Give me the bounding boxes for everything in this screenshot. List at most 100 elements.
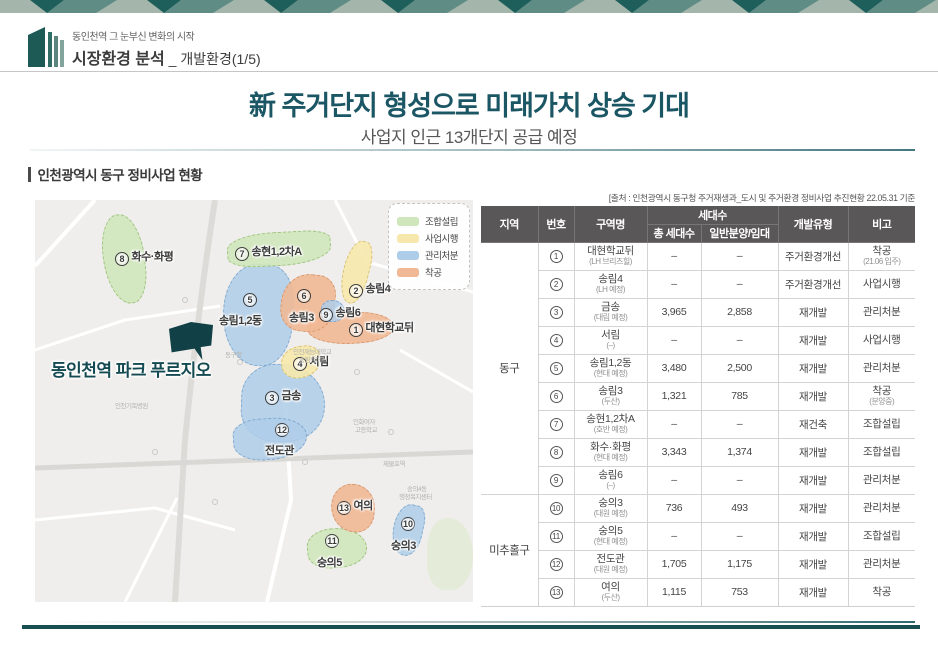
development-table-wrap: 지역 번호 구역명 세대수 개발유형 비고 총 세대수 일반분양/임대 동구1대… <box>481 206 915 607</box>
cell-district: 화수·화평(현대 예정) <box>574 438 647 466</box>
col-header-general: 일반분양/임대 <box>701 224 778 242</box>
header-title: 시장환경 분석 _ 개발환경(1/5) <box>72 45 261 69</box>
circled-number: 12 <box>275 423 289 437</box>
cell-remark: 관리처분 <box>848 550 915 578</box>
cell-remark: 착공(21.06 입주) <box>848 242 915 270</box>
header-tagline: 동인천역 그 눈부신 변화의 시작 <box>72 28 261 43</box>
map-background-label: 제물포역 <box>383 458 405 468</box>
cell-devtype: 재개발 <box>778 522 848 550</box>
legend-item-4: 착공 <box>397 265 461 279</box>
map-background-label: 인천기독병원 <box>115 400 148 410</box>
cell-devtype: 재개발 <box>778 382 848 410</box>
cell-total: – <box>647 522 701 550</box>
table-header: 지역 번호 구역명 세대수 개발유형 비고 총 세대수 일반분양/임대 <box>481 206 915 242</box>
header-text: 동인천역 그 눈부신 변화의 시작 시장환경 분석 _ 개발환경(1/5) <box>72 28 261 69</box>
map-background-label: 동구청 <box>225 349 241 359</box>
col-header-total: 총 세대수 <box>647 224 701 242</box>
logo-bar-icon <box>60 40 64 67</box>
district-builder: (–) <box>577 481 645 491</box>
cell-devtype: 주거환경개선 <box>778 270 848 298</box>
cell-no: 12 <box>538 550 574 578</box>
district-name: 송림3 <box>577 385 645 397</box>
cell-remark: 조합설립 <box>848 438 915 466</box>
remark-status: 관리처분 <box>851 362 914 374</box>
page-subtitle: 사업지 인근 13개단지 공급 예정 <box>0 123 938 148</box>
cell-general: – <box>701 326 778 354</box>
legend-swatch <box>397 217 419 226</box>
cell-no: 9 <box>538 466 574 494</box>
cell-no: 7 <box>538 410 574 438</box>
zone-label-num-5: 5 <box>243 292 257 307</box>
cell-general: – <box>701 410 778 438</box>
col-header-region: 지역 <box>481 206 538 242</box>
cell-remark: 관리처분 <box>848 354 915 382</box>
footer-bar <box>22 625 920 629</box>
park-area <box>427 518 473 590</box>
table-row: 7송현1,2차A(호반 예정)––재건축조합설립 <box>481 410 915 438</box>
cell-remark: 관리처분 <box>848 466 915 494</box>
map-legend: 조합설립사업시행관리처분착공 <box>388 203 470 290</box>
legend-label: 관리처분 <box>425 248 458 262</box>
table-row: 11숭의5(현대 예정)––재개발조합설립 <box>481 522 915 550</box>
cell-devtype: 재개발 <box>778 550 848 578</box>
development-table: 지역 번호 구역명 세대수 개발유형 비고 총 세대수 일반분양/임대 동구1대… <box>481 206 915 606</box>
cell-devtype: 재건축 <box>778 410 848 438</box>
table-row: 미추홀구10숭의3(대원 예정)736493재개발관리처분 <box>481 494 915 522</box>
district-name: 대현학교뒤 <box>577 245 645 257</box>
circled-number: 10 <box>401 517 415 531</box>
remark-detail: (21.06 입주) <box>851 257 914 267</box>
cell-district: 서림(–) <box>574 326 647 354</box>
circled-number: 6 <box>297 289 311 303</box>
logo-bar-icon <box>48 32 52 67</box>
top-zigzag-banner <box>0 0 938 13</box>
remark-status: 조합설립 <box>851 418 914 430</box>
section-title: 인천광역시 동구 정비사업 현황 <box>38 164 203 184</box>
circled-number: 13 <box>337 501 351 515</box>
district-builder: (호반 예정) <box>577 425 645 435</box>
col-header-devtype: 개발유형 <box>778 206 848 242</box>
remark-status: 관리처분 <box>851 306 914 318</box>
header-title-sub: _ 개발환경(1/5) <box>165 51 261 67</box>
section-bar <box>28 167 31 182</box>
logo-building-icon <box>28 27 45 67</box>
project-site-label: 동인천역 파크 푸르지오 <box>51 356 211 381</box>
district-name: 송림1,2동 <box>577 357 645 369</box>
table-row: 5송림1,2동(현대 예정)3,4802,500재개발관리처분 <box>481 354 915 382</box>
district-builder: (대원 예정) <box>577 509 645 519</box>
cell-devtype: 재개발 <box>778 438 848 466</box>
district-name: 숭의3 <box>577 497 645 509</box>
circled-number: 3 <box>550 306 563 319</box>
cell-total: – <box>647 410 701 438</box>
circled-number: 8 <box>550 446 563 459</box>
logo-bar-icon <box>54 36 58 67</box>
cell-general: – <box>701 270 778 298</box>
legend-label: 착공 <box>425 265 441 279</box>
cell-district: 대현학교뒤(LH 브리즈힐) <box>574 242 647 270</box>
zone-label-13: 13 여의 <box>337 497 373 515</box>
page-title: 新 주거단지 형성으로 미래가치 상승 기대 <box>0 84 938 123</box>
circled-number: 9 <box>550 474 563 487</box>
circled-number: 3 <box>265 391 279 405</box>
cell-devtype: 재개발 <box>778 354 848 382</box>
cell-devtype: 주거환경개선 <box>778 242 848 270</box>
cell-region: 미추홀구 <box>481 494 538 606</box>
zone-label-8: 8 화수·화평 <box>115 248 173 266</box>
cell-general: 2,500 <box>701 354 778 382</box>
cell-district: 숭의3(대원 예정) <box>574 494 647 522</box>
cell-general: – <box>701 242 778 270</box>
cell-district: 송림4(LH 예정) <box>574 270 647 298</box>
circled-number: 1 <box>349 323 363 337</box>
cell-remark: 조합설립 <box>848 522 915 550</box>
cell-remark: 사업시행 <box>848 326 915 354</box>
legend-swatch <box>397 268 419 277</box>
cell-district: 전도관(대원 예정) <box>574 550 647 578</box>
circled-number: 11 <box>325 534 339 548</box>
circled-number: 9 <box>319 308 333 322</box>
cell-no: 11 <box>538 522 574 550</box>
cell-total: – <box>647 242 701 270</box>
cell-total: 3,480 <box>647 354 701 382</box>
remark-status: 착공 <box>851 385 914 397</box>
circled-number: 7 <box>550 418 563 431</box>
slide-page: 동인천역 그 눈부신 변화의 시작 시장환경 분석 _ 개발환경(1/5) 新 … <box>0 0 938 649</box>
remark-status: 관리처분 <box>851 502 914 514</box>
